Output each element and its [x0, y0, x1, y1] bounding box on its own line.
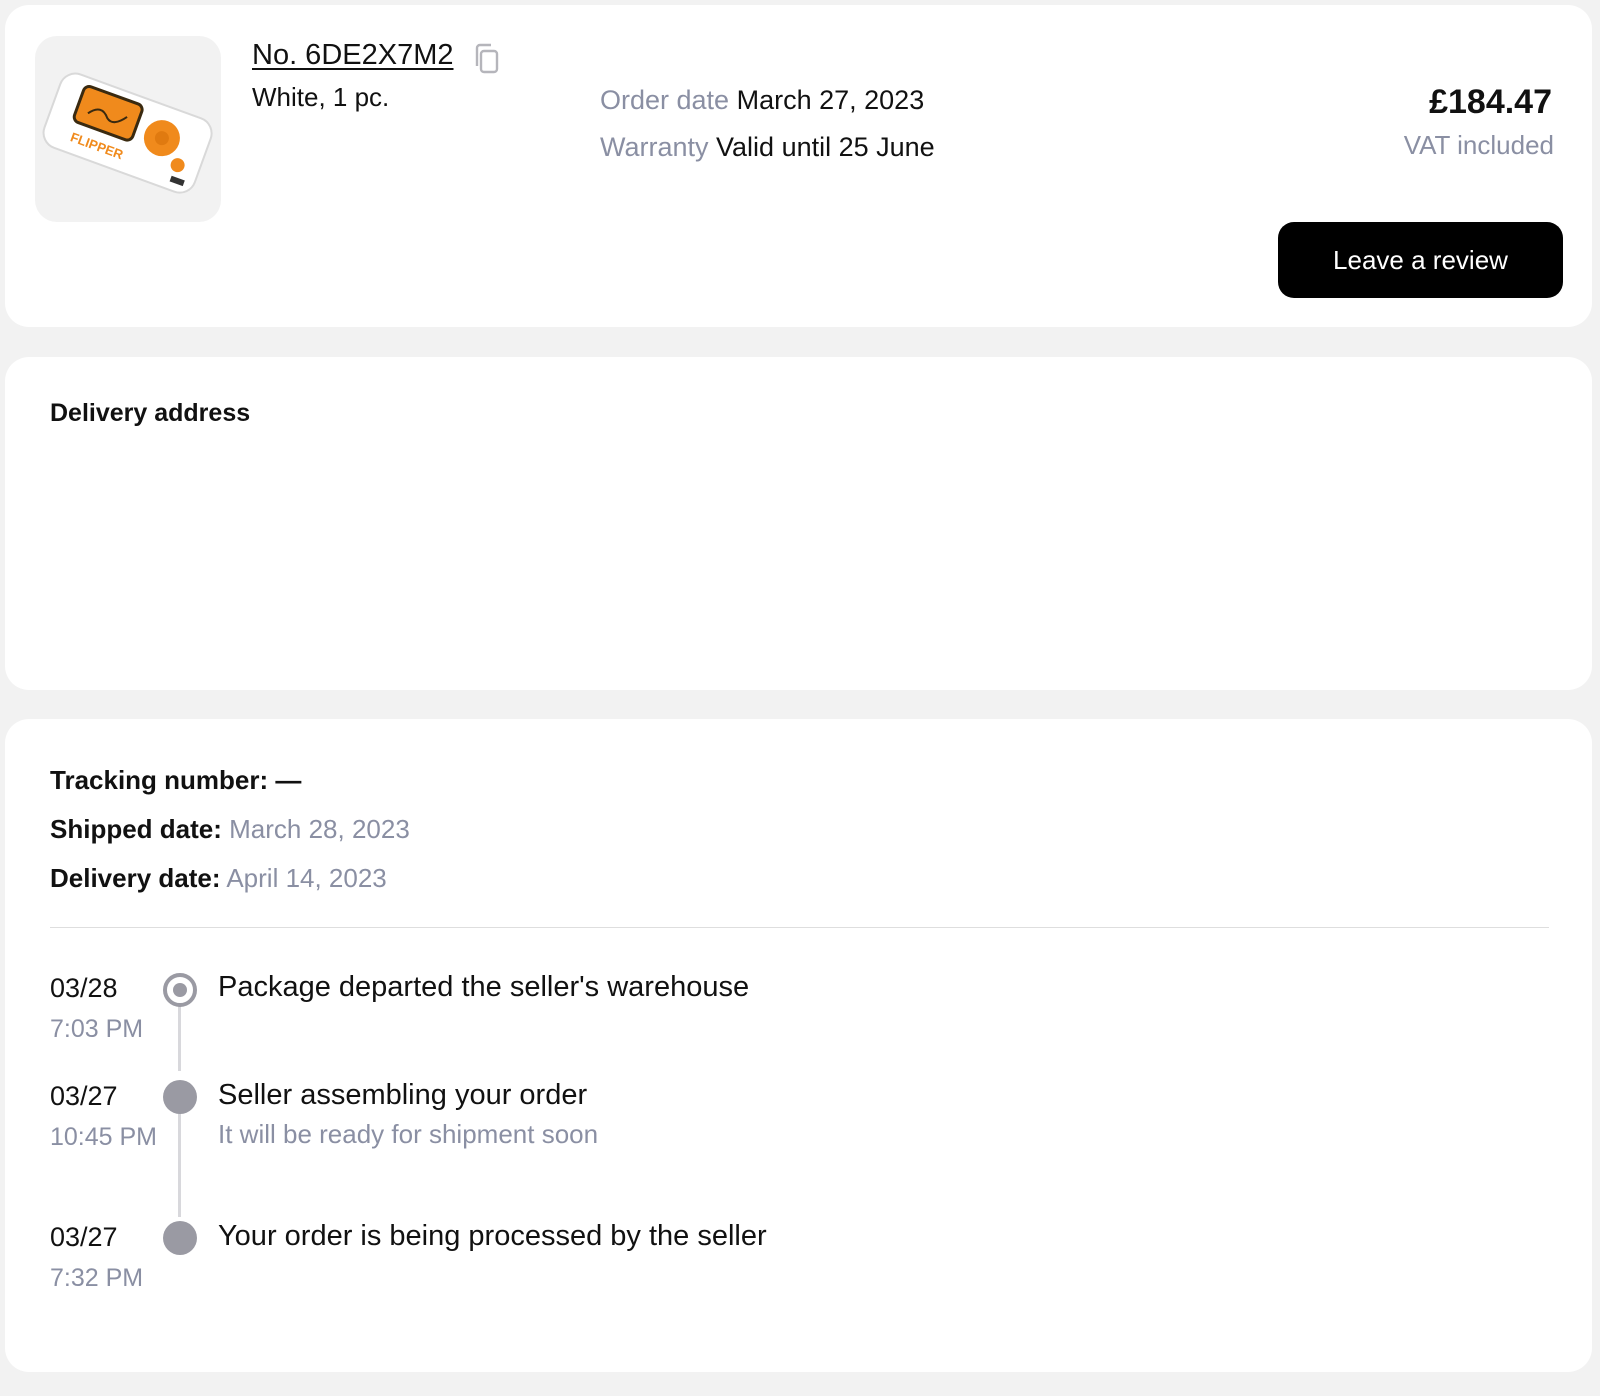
- tracking-number-row: Tracking number: —: [50, 765, 301, 796]
- copy-icon[interactable]: [472, 42, 502, 76]
- order-summary-card: FLIPPER No. 6DE2X7M2 White, 1 pc. Order …: [5, 5, 1592, 327]
- warranty-value: Valid until 25 June: [716, 132, 935, 162]
- status-dot-icon: [163, 1080, 197, 1114]
- timeline-connector: [178, 1005, 181, 1071]
- event-time: 10:45 PM: [50, 1123, 158, 1151]
- event-subtitle: It will be ready for shipment soon: [218, 1119, 599, 1149]
- event-time: 7:32 PM: [50, 1264, 144, 1292]
- event-title: Your order is being processed by the sel…: [218, 1220, 767, 1252]
- status-dot-icon: [163, 1221, 197, 1255]
- leave-review-button[interactable]: Leave a review: [1278, 222, 1563, 298]
- shipped-date-value: March 28, 2023: [229, 814, 410, 844]
- flipper-device-illustration: FLIPPER: [42, 72, 213, 194]
- vat-note: VAT included: [1403, 130, 1554, 160]
- shipped-date-row: Shipped date: March 28, 2023: [50, 814, 410, 845]
- tracking-card: Tracking number: — Shipped date: March 2…: [5, 719, 1592, 1372]
- order-date-label: Order date: [600, 85, 730, 115]
- warranty-label: Warranty: [600, 132, 709, 162]
- order-date-row: Order date March 27, 2023: [600, 85, 924, 116]
- delivery-date-row: Delivery date: April 14, 2023: [50, 863, 387, 894]
- event-date: 03/28: [50, 973, 118, 1003]
- delivery-address-title: Delivery address: [50, 399, 251, 427]
- tracking-number-label: Tracking number:: [50, 765, 269, 795]
- event-time: 7:03 PM: [50, 1015, 144, 1043]
- shipped-date-label: Shipped date:: [50, 814, 222, 844]
- delivery-date-label: Delivery date:: [50, 863, 221, 893]
- event-date: 03/27: [50, 1081, 118, 1111]
- divider: [50, 927, 1549, 928]
- timeline-connector: [178, 1107, 181, 1217]
- order-date-value: March 27, 2023: [736, 85, 925, 115]
- product-variant: White, 1 pc.: [252, 82, 390, 112]
- event-title: Package departed the seller's warehouse: [218, 971, 750, 1003]
- product-image[interactable]: FLIPPER: [35, 36, 221, 222]
- delivery-address-card: Delivery address: [5, 357, 1592, 690]
- delivery-date-value: April 14, 2023: [226, 863, 387, 893]
- tracking-number-value: —: [275, 765, 302, 795]
- order-price: £184.47: [1429, 83, 1552, 121]
- current-status-dot-icon: [163, 973, 197, 1007]
- event-title: Seller assembling your order: [218, 1079, 588, 1111]
- order-number-link[interactable]: No. 6DE2X7M2: [252, 39, 454, 72]
- event-date: 03/27: [50, 1222, 118, 1252]
- warranty-row: Warranty Valid until 25 June: [600, 132, 935, 163]
